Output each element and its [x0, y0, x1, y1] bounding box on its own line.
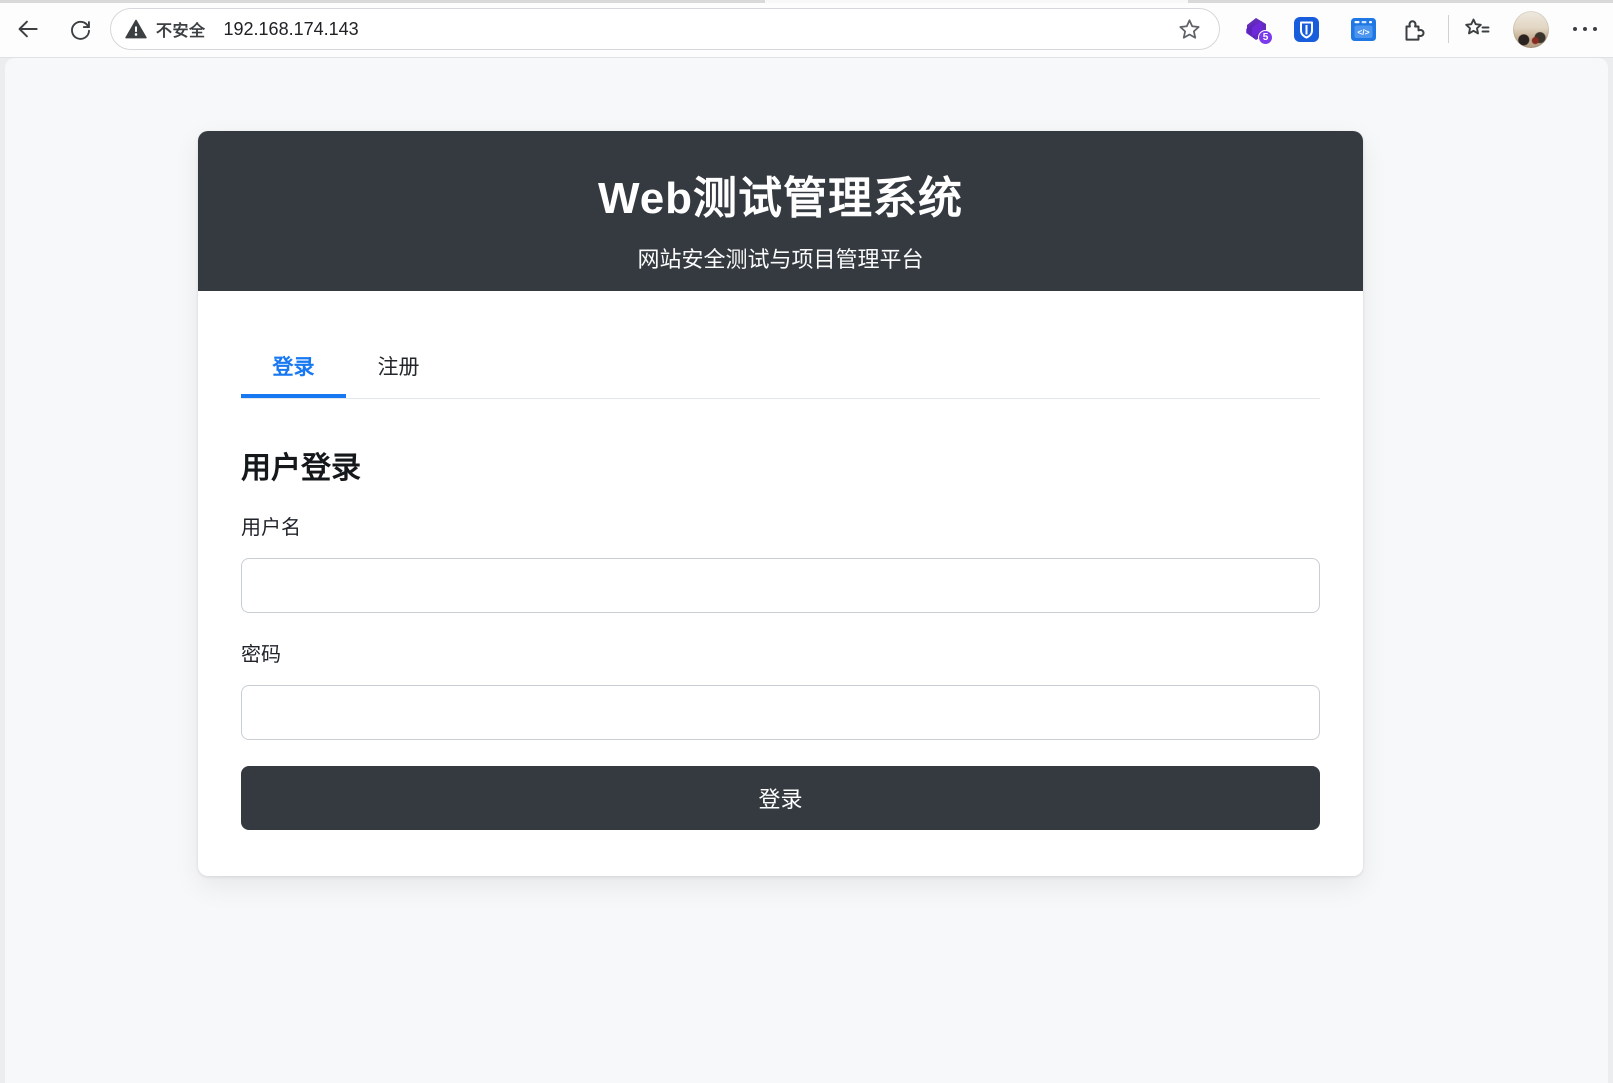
- browser-menu-button[interactable]: [1567, 11, 1603, 47]
- card-body: 登录 注册 用户登录 用户名 密码 登录: [198, 291, 1363, 876]
- password-label: 密码: [241, 638, 1320, 667]
- login-card: Web测试管理系统 网站安全测试与项目管理平台 登录 注册 用户登录 用户名 密…: [198, 131, 1363, 876]
- extension-badge: 5: [1258, 30, 1273, 45]
- warning-icon: [125, 19, 147, 39]
- bitwarden-shield-icon: [1293, 16, 1320, 43]
- url-text: 192.168.174.143: [224, 19, 1173, 40]
- auth-tabs: 登录 注册: [241, 343, 1320, 399]
- reload-icon: [68, 17, 93, 42]
- login-submit-button[interactable]: 登录: [241, 766, 1320, 830]
- reload-button[interactable]: [62, 11, 98, 47]
- purple-extension-icon: 5: [1242, 15, 1270, 43]
- username-label: 用户名: [241, 511, 1320, 540]
- code-window-icon: </>: [1350, 16, 1377, 43]
- address-bar[interactable]: 不安全 192.168.174.143: [110, 8, 1220, 50]
- ellipsis-icon: [1573, 27, 1597, 31]
- site-security-chip[interactable]: 不安全: [125, 17, 216, 41]
- username-input[interactable]: [241, 558, 1320, 613]
- bookmark-star-button[interactable]: [1173, 13, 1205, 45]
- back-button[interactable]: [10, 11, 46, 47]
- puzzle-icon: [1400, 16, 1427, 43]
- profile-button[interactable]: [1513, 11, 1549, 47]
- password-input[interactable]: [241, 685, 1320, 740]
- active-tab-bottom: [765, 0, 1188, 3]
- avatar: [1513, 11, 1549, 48]
- page-viewport: Web测试管理系统 网站安全测试与项目管理平台 登录 注册 用户登录 用户名 密…: [5, 58, 1608, 1083]
- extension-code-button[interactable]: </>: [1345, 11, 1381, 47]
- extensions-menu-button[interactable]: [1395, 11, 1431, 47]
- security-label: 不安全: [156, 17, 206, 41]
- extension-purple-button[interactable]: 5: [1238, 11, 1274, 47]
- favorites-star-list-icon: [1463, 16, 1492, 43]
- code-glyph: </>: [1357, 26, 1369, 36]
- back-icon: [15, 16, 41, 42]
- tab-login[interactable]: 登录: [241, 343, 346, 398]
- star-icon: [1177, 17, 1202, 42]
- browser-toolbar: 不安全 192.168.174.143 5: [0, 0, 1613, 58]
- app-subtitle: 网站安全测试与项目管理平台: [198, 242, 1363, 274]
- favorites-button[interactable]: [1459, 11, 1495, 47]
- card-header: Web测试管理系统 网站安全测试与项目管理平台: [198, 131, 1363, 291]
- app-title: Web测试管理系统: [198, 131, 1363, 226]
- extension-bitwarden-button[interactable]: [1288, 11, 1324, 47]
- toolbar-divider: [1448, 15, 1449, 43]
- tab-register[interactable]: 注册: [346, 343, 451, 398]
- form-heading: 用户登录: [241, 443, 1320, 487]
